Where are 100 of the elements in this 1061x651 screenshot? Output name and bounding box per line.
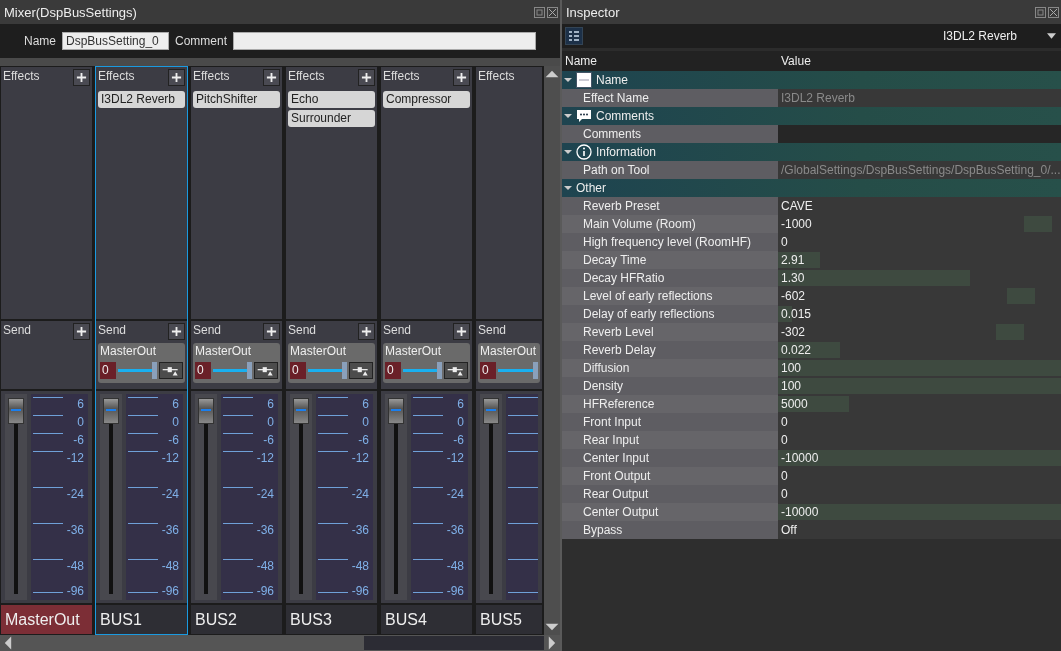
effect-dropdown[interactable]: I3DL2 Reverb [942, 29, 1058, 43]
property-value[interactable]: 1.30 [778, 269, 1061, 287]
effect-item[interactable]: Surrounder [288, 110, 375, 127]
effects-label: Effects [193, 69, 230, 83]
vertical-scrollbar[interactable] [544, 66, 560, 635]
volume-fader[interactable] [100, 394, 122, 600]
add-effect-button[interactable] [358, 69, 375, 86]
property-value[interactable]: -1000 [778, 215, 1061, 233]
property-value[interactable]: 0 [778, 485, 1061, 503]
volume-fader[interactable] [195, 394, 217, 600]
strip-name: MasterOut [1, 605, 92, 634]
property-name: Effect Name [562, 89, 778, 107]
property-value[interactable]: 0 [778, 467, 1061, 485]
add-send-button[interactable] [358, 323, 375, 340]
property-value[interactable]: 0 [778, 431, 1061, 449]
property-value[interactable]: 5000 [778, 395, 1061, 413]
add-send-button[interactable] [263, 323, 280, 340]
channel-strip[interactable]: Effects I3DL2 Reverb Send MasterOut 0 6 0 -6 -12 -24 -36 -48 -96 BUS1 [95, 66, 188, 635]
channel-strip[interactable]: Effects Compressor Send MasterOut 0 6 0 -6 -12 -24 -36 -48 -96 BUS4 [380, 66, 473, 635]
send-value[interactable]: 0 [290, 362, 306, 379]
expand-icon[interactable] [564, 76, 572, 84]
channel-strip[interactable]: Effects Echo Surrounder Send MasterOut 0 6 0 -6 -12 -24 -36 -48 -96 BUS3 [285, 66, 378, 635]
effects-label: Effects [478, 69, 515, 83]
volume-fader[interactable] [385, 394, 407, 600]
pan-button[interactable] [254, 362, 278, 379]
name-label: Name [24, 34, 56, 48]
strip-name: BUS5 [476, 605, 542, 634]
send-value[interactable]: 0 [385, 362, 401, 379]
close-icon[interactable] [1048, 6, 1059, 18]
send-value[interactable]: 0 [100, 362, 116, 379]
property-value[interactable]: 0.022 [778, 341, 1061, 359]
property-value[interactable]: 2.91 [778, 251, 1061, 269]
scale-label: -48 [351, 560, 369, 572]
pan-button[interactable] [444, 362, 468, 379]
effects-label: Effects [98, 69, 135, 83]
group-title: Other [576, 181, 606, 195]
property-name: Center Output [562, 503, 778, 521]
close-icon[interactable] [547, 6, 558, 18]
add-effect-button[interactable] [73, 69, 90, 86]
column-header[interactable]: Value [778, 51, 1061, 71]
property-value[interactable]: 0 [778, 233, 1061, 251]
expand-icon[interactable] [564, 148, 572, 156]
strip-name: BUS4 [381, 605, 472, 634]
property-value[interactable]: Off [778, 521, 1061, 539]
restore-icon[interactable] [1035, 6, 1046, 18]
horizontal-scrollbar[interactable] [0, 635, 560, 651]
volume-fader[interactable] [5, 394, 27, 600]
scale-label: -12 [351, 452, 369, 464]
property-value[interactable]: -302 [778, 323, 1061, 341]
plus-icon [171, 326, 182, 337]
add-send-button[interactable] [73, 323, 90, 340]
add-send-button[interactable] [453, 323, 470, 340]
pan-button[interactable] [159, 362, 183, 379]
effect-item[interactable]: PitchShifter [193, 91, 280, 108]
effect-item[interactable]: Compressor [383, 91, 470, 108]
scale-label: 6 [172, 398, 179, 410]
comment-field[interactable] [233, 32, 537, 50]
pan-icon [446, 364, 466, 377]
property-group[interactable]: Comments [562, 107, 1061, 125]
scale-label: 6 [362, 398, 369, 410]
channel-strip[interactable]: Effects Send 6 0 -6 -12 -24 -36 -48 -96 MasterOut [0, 66, 93, 635]
restore-icon[interactable] [534, 6, 545, 18]
property-value[interactable]: -10000 [778, 503, 1061, 521]
list-view-button[interactable] [565, 27, 583, 45]
property-value[interactable]: -602 [778, 287, 1061, 305]
property-group[interactable]: Name [562, 71, 1061, 89]
add-send-button[interactable] [168, 323, 185, 340]
effect-item[interactable]: Echo [288, 91, 375, 108]
scale-label: -6 [453, 434, 464, 446]
property-value[interactable]: -10000 [778, 449, 1061, 467]
send-value[interactable]: 0 [195, 362, 211, 379]
scale-label: -96 [66, 585, 84, 597]
expand-icon[interactable] [564, 184, 572, 192]
add-effect-button[interactable] [453, 69, 470, 86]
property-name: Reverb Delay [562, 341, 778, 359]
property-value[interactable]: 100 [778, 377, 1061, 395]
send-value[interactable]: 0 [480, 362, 496, 379]
add-effect-button[interactable] [168, 69, 185, 86]
property-name: Density [562, 377, 778, 395]
property-value[interactable]: 0 [778, 413, 1061, 431]
scale-label: 0 [77, 416, 84, 428]
property-value[interactable]: CAVE [778, 197, 1061, 215]
effect-item[interactable]: I3DL2 Reverb [98, 91, 185, 108]
volume-fader[interactable] [290, 394, 312, 600]
property-group[interactable]: Other [562, 179, 1061, 197]
column-header[interactable]: Name [562, 51, 778, 71]
expand-icon[interactable] [564, 112, 572, 120]
property-value[interactable]: 0.015 [778, 305, 1061, 323]
volume-fader[interactable] [480, 394, 502, 600]
add-effect-button[interactable] [263, 69, 280, 86]
value-field[interactable] [778, 125, 1061, 143]
group-title: Comments [596, 109, 654, 123]
plus-icon [266, 72, 277, 83]
channel-strip[interactable]: Effects PitchShifter Send MasterOut 0 6 0 -6 -12 -24 -36 -48 -96 BUS2 [190, 66, 283, 635]
property-value[interactable]: 100 [778, 359, 1061, 377]
pan-button[interactable] [349, 362, 373, 379]
property-name: Front Input [562, 413, 778, 431]
property-group[interactable]: Information [562, 143, 1061, 161]
name-field[interactable]: DspBusSetting_0 [62, 32, 169, 50]
channel-strip[interactable]: Effects Send MasterOut 0 BUS5 [475, 66, 543, 635]
